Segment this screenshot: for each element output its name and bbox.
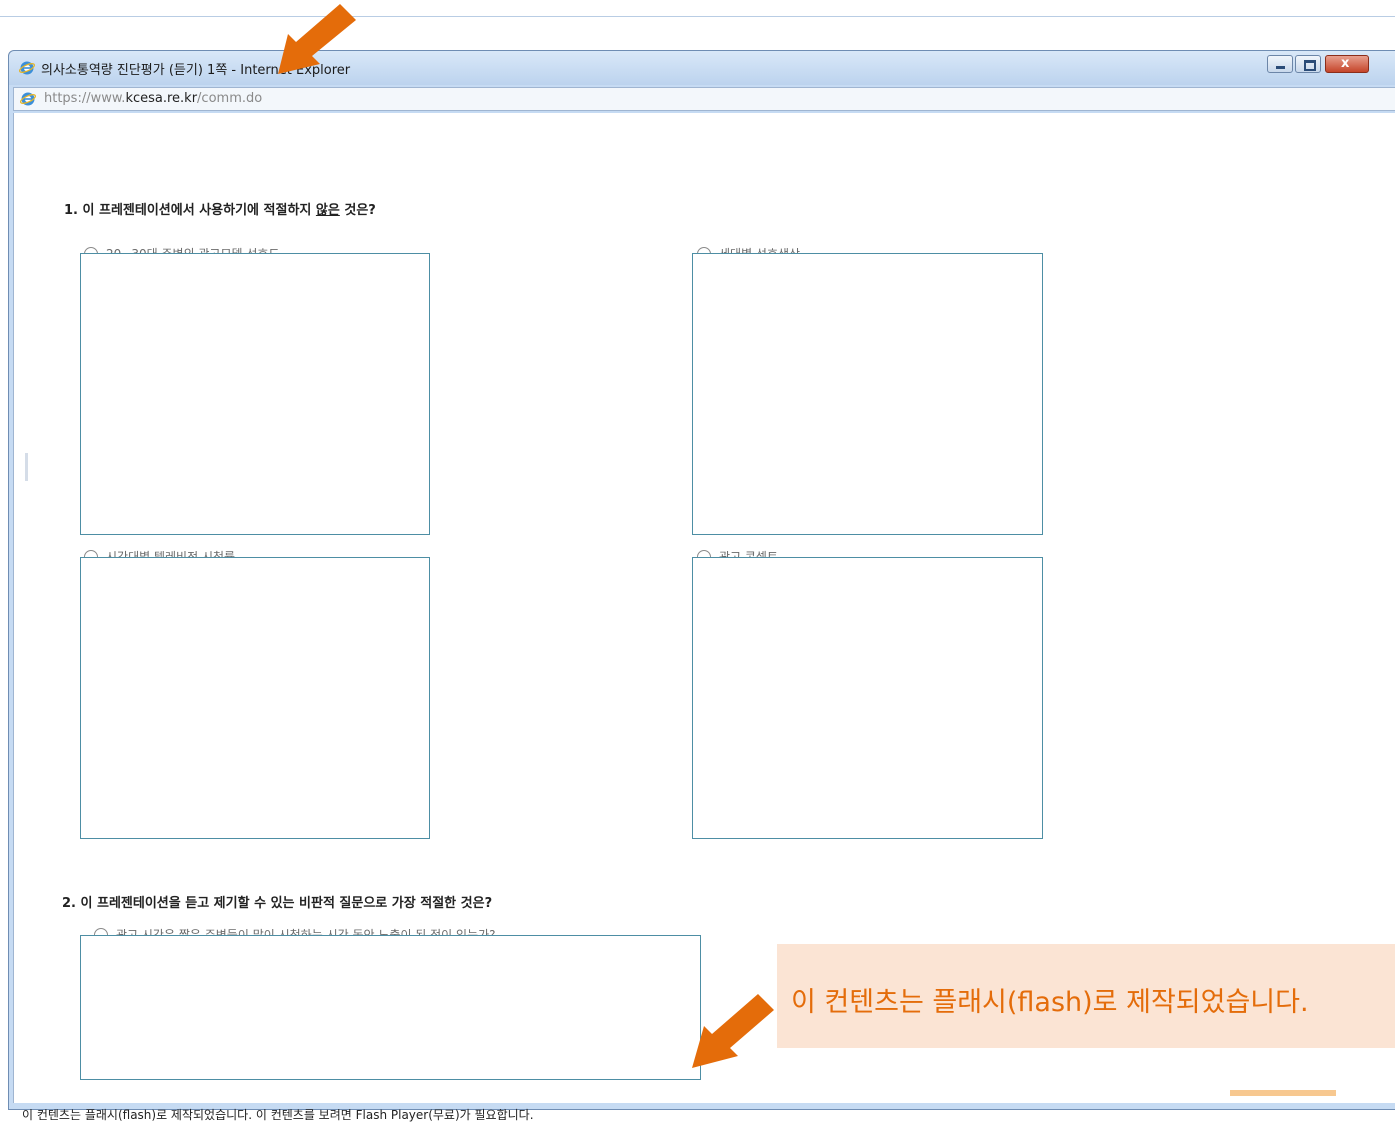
address-bar[interactable]: https://www.kcesa.re.kr/comm.do bbox=[13, 87, 1395, 111]
question-1: 1. 이 프레젠테이션에서 사용하기에 적절하지 않은 것은? bbox=[64, 199, 376, 218]
flash-notice: 이 컨텐츠는 플래시(flash)로 제작되었습니다. 이 컨텐츠를 보려면 F… bbox=[22, 1108, 534, 1122]
option-label: 광고 콘셉트 bbox=[719, 550, 779, 557]
flash-placeholder bbox=[80, 253, 430, 535]
callout-text: 이 컨텐츠는 플래시(flash)로 제작되었습니다. bbox=[791, 987, 1309, 1018]
url-text[interactable]: https://www.kcesa.re.kr/comm.do bbox=[44, 91, 262, 106]
callout-box: 이 컨텐츠는 플래시(flash)로 제작되었습니다. bbox=[777, 944, 1395, 1048]
flash-placeholder bbox=[692, 253, 1043, 535]
question-1-underlined: 않은 bbox=[315, 203, 340, 218]
option-label: 시간대별 텔레비전 시청률 bbox=[106, 550, 236, 557]
flash-placeholder bbox=[80, 935, 701, 1080]
question-1-prefix: 1. 이 프레젠테이션에서 사용하기에 적절하지 bbox=[64, 203, 316, 218]
flash-placeholder bbox=[80, 557, 430, 839]
bottom-button-edge bbox=[1230, 1090, 1336, 1096]
flash-placeholder bbox=[692, 557, 1043, 839]
title-bar[interactable]: 의사소통역량 진단평가 (듣기) 1쪽 - Internet Explorer … bbox=[9, 51, 1395, 85]
scroll-marker bbox=[25, 453, 28, 481]
url-prefix: https://www. bbox=[44, 91, 126, 106]
question-1-suffix: 것은? bbox=[339, 203, 376, 218]
minimize-button[interactable] bbox=[1267, 55, 1293, 73]
option-label: 광고 시간은 짧은 주변들이 많이 시청하는 시간 동안 노출이 된 적이 있는… bbox=[116, 928, 496, 935]
close-icon: x bbox=[1341, 56, 1350, 71]
arrow-icon bbox=[278, 4, 356, 74]
question-2: 2. 이 프레젠테이션을 듣고 제기할 수 있는 비판적 질문으로 가장 적절한… bbox=[62, 896, 493, 911]
maximize-button[interactable] bbox=[1295, 55, 1321, 73]
ie-icon bbox=[20, 92, 36, 106]
url-domain: kcesa.re.kr bbox=[125, 91, 198, 106]
minimize-icon bbox=[1276, 66, 1285, 69]
url-path: /comm.do bbox=[197, 91, 263, 106]
close-button[interactable]: x bbox=[1325, 55, 1369, 73]
maximize-icon bbox=[1304, 60, 1316, 71]
arrow-icon bbox=[692, 994, 774, 1068]
top-divider bbox=[0, 16, 1395, 17]
ie-icon bbox=[19, 61, 35, 75]
